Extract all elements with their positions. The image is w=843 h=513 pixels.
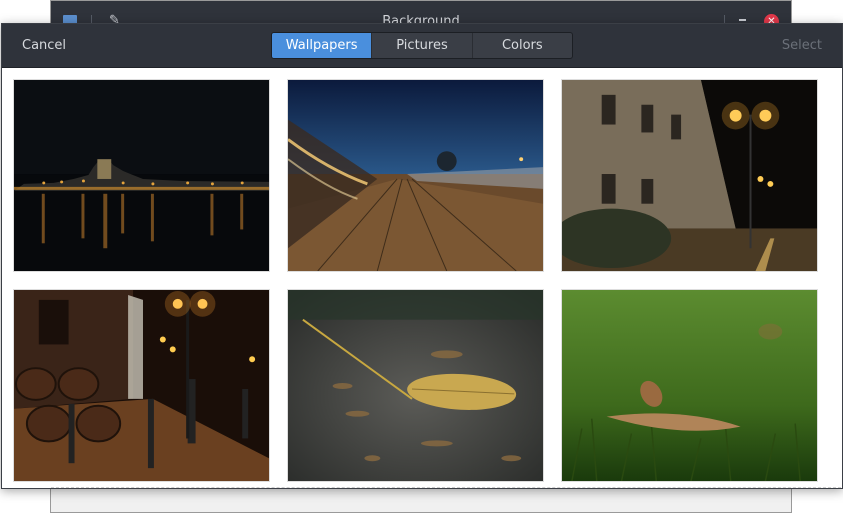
wallpaper-image — [288, 80, 543, 271]
wallpaper-thumbnail-boardwalk[interactable] — [287, 79, 544, 272]
wallpaper-image — [14, 290, 269, 481]
wallpaper-image — [14, 80, 269, 271]
tab-wallpapers[interactable]: Wallpapers — [272, 33, 373, 58]
wallpaper-image — [562, 290, 817, 481]
view-switcher: Wallpapers Pictures Colors — [271, 32, 573, 59]
wallpaper-chooser-dialog: Cancel Wallpapers Pictures Colors Select — [1, 23, 843, 489]
wallpaper-thumbnail-leaf-grass[interactable] — [561, 289, 818, 482]
wallpaper-image — [562, 80, 817, 271]
select-button[interactable]: Select — [782, 38, 822, 53]
screen: ✎ Background ✕ Cancel Wallpapers Picture… — [0, 0, 843, 513]
wallpaper-image — [288, 290, 543, 481]
wallpaper-thumbnail-night-city[interactable] — [13, 79, 270, 272]
divider — [51, 487, 841, 488]
tab-colors[interactable]: Colors — [473, 33, 572, 58]
wallpaper-thumbnail-stone-building[interactable] — [561, 79, 818, 272]
minimize-icon[interactable] — [739, 19, 746, 21]
wallpaper-thumbnail-barrels-street[interactable] — [13, 289, 270, 482]
tab-pictures[interactable]: Pictures — [372, 33, 473, 58]
cancel-button[interactable]: Cancel — [22, 38, 66, 53]
dialog-header: Cancel Wallpapers Pictures Colors Select — [2, 24, 842, 68]
wallpaper-thumbnail-leaf-pavement[interactable] — [287, 289, 544, 482]
